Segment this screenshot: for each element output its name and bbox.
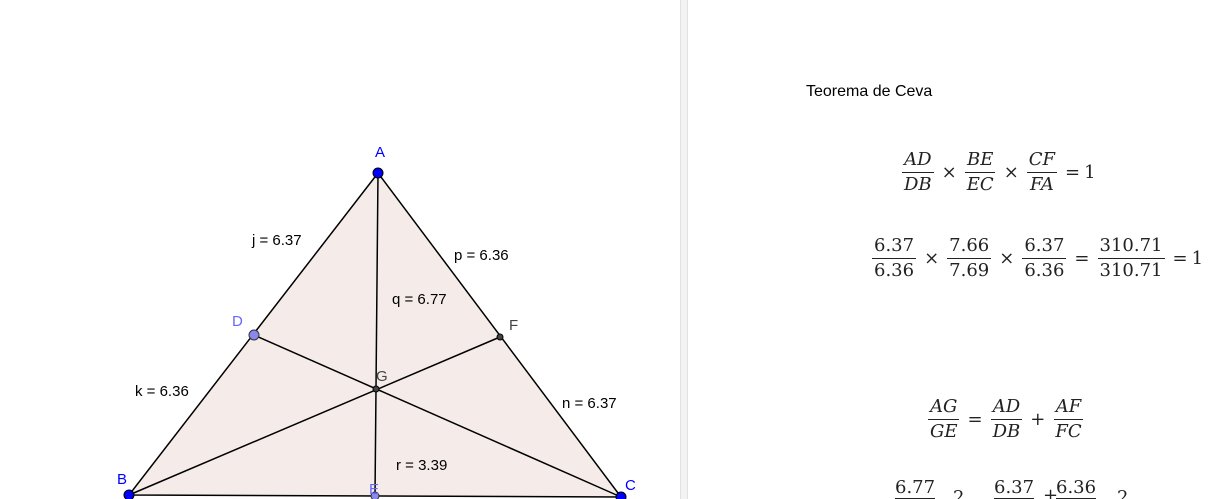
fraction-denominator: 6.36 [874,260,915,281]
equals-sign: = [1172,248,1188,269]
fraction-denominator: 310.71 [1099,260,1163,281]
fraction-ad-db: AD DB [990,397,1023,442]
partial-numerator-3: 6.36 [1056,477,1097,499]
construction-canvas[interactable]: A B C D E F G j = 6.37 p = 6.36 q = 6.77… [0,0,680,499]
segment-label-r: r = 3.39 [396,457,447,474]
segment-label-q: q = 6.77 [392,291,447,308]
partial-value-1: 2 [953,487,965,499]
van-aubel-equation-numeric: 6.77 2 6.37 + 6.36 2 [895,475,1155,499]
fraction-be-ec: BE EC [965,150,996,195]
point-d[interactable] [248,329,260,341]
fraction-value-3: 6.37 6.36 [1022,236,1067,281]
equals-sign: = [1065,162,1081,183]
label-d: D [232,313,243,330]
fraction-ad-db: AD DB [902,150,934,195]
ceva-equation-symbolic: AD DB × BE EC × CF FA = 1 [898,150,1096,195]
theorem-title: Teorema de Ceva [806,83,933,100]
fraction-value-2: 7.66 7.69 [947,236,992,281]
fraction-numerator: 6.37 [1022,236,1067,259]
segment-label-j: j = 6.37 [251,232,302,249]
label-c: C [625,477,636,494]
fraction-denominator: FC [1055,421,1082,442]
times-sign: × [941,162,957,183]
equals-sign: = [967,409,983,430]
segment-label-n: n = 6.37 [562,395,617,412]
algebra-view: Teorema de Ceva AD DB × BE EC × CF FA = … [688,0,1220,499]
ceva-equation-numeric: 6.37 6.36 × 7.66 7.69 × 6.37 6.36 = 310.… [868,236,1203,281]
equation-result: 1 [1084,162,1096,183]
point-f[interactable] [496,333,504,341]
fraction-numerator: AG [928,397,960,420]
fraction-ag-ge: AG GE [928,397,960,442]
fraction-af-fc: AF FC [1053,397,1084,442]
fraction-numerator: 7.66 [947,236,992,259]
equation-result: 1 [1191,248,1204,269]
fraction-denominator: DB [992,421,1021,442]
plus-sign: + [1030,409,1046,430]
fraction-numerator: AF [1053,397,1084,420]
fraction-numerator: BE [965,150,996,173]
fraction-numerator: 310.71 [1097,236,1165,259]
times-sign: × [999,248,1015,269]
fraction-numerator: AD [990,397,1023,420]
fraction-numerator: 6.37 [872,236,917,259]
fraction-denominator: 6.36 [1024,260,1065,281]
partial-numerator-2: 6.37 [994,477,1035,499]
label-e: E [369,481,379,498]
fraction-cf-fa: CF FA [1026,150,1058,195]
label-a: A [375,144,385,161]
times-sign: × [1003,162,1019,183]
graphics-view[interactable]: A B C D E F G j = 6.37 p = 6.36 q = 6.77… [0,0,680,499]
fraction-numerator: AD [902,150,934,173]
partial-numerator-1: 6.77 [895,477,936,499]
segment-label-p: p = 6.36 [454,247,509,264]
fraction-denominator: FA [1029,174,1054,195]
times-sign: × [924,248,940,269]
segment-label-k: k = 6.36 [135,383,189,400]
point-g[interactable] [372,385,380,393]
point-b[interactable] [123,489,135,499]
fraction-denominator: GE [930,421,958,442]
van-aubel-equation-symbolic: AG GE = AD DB + AF FC [924,397,1088,442]
fraction-numerator: CF [1026,150,1058,173]
label-b: B [117,471,127,488]
label-f: F [509,317,518,334]
partial-value-2: 2 [1117,487,1129,499]
point-a[interactable] [372,167,384,179]
label-g: G [376,368,388,385]
fraction-denominator: 7.69 [949,260,990,281]
equals-sign: = [1074,248,1090,269]
view-divider[interactable] [680,0,688,499]
fraction-product: 310.71 310.71 [1097,236,1165,281]
fraction-denominator: EC [966,174,994,195]
fraction-denominator: DB [904,174,932,195]
fraction-value-1: 6.37 6.36 [872,236,917,281]
